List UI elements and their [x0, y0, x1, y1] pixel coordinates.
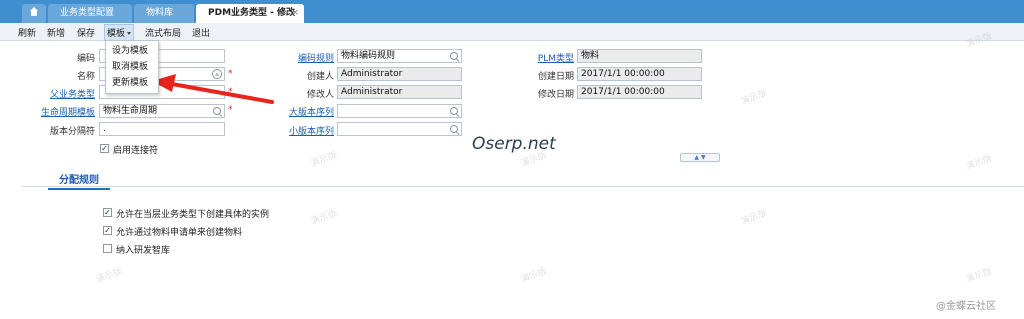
- watermark: 演示版: [739, 88, 769, 108]
- code-rule-link[interactable]: 编码规则: [280, 51, 334, 64]
- lifecycle-value: 物料生命周期: [103, 106, 158, 116]
- home-tab[interactable]: [22, 4, 46, 23]
- rule-checkbox-material-request[interactable]: ✓: [103, 226, 112, 235]
- code-label: 编码: [76, 54, 95, 64]
- home-icon: [29, 7, 39, 18]
- watermark: 演示版: [94, 266, 124, 286]
- version-sep-field[interactable]: .: [99, 122, 225, 136]
- major-seq-link[interactable]: 大版本序列: [275, 105, 334, 118]
- template-dropdown-menu: 设为模板 取消模板 更新模板: [105, 40, 159, 94]
- minor-seq-field[interactable]: [337, 122, 462, 136]
- tab-label: PDM业务类型 - 修改: [208, 8, 296, 18]
- search-icon[interactable]: [450, 107, 458, 115]
- tab-pdm-business-type-edit[interactable]: PDM业务类型 - 修改 ×: [196, 4, 304, 23]
- close-icon[interactable]: ×: [291, 4, 299, 23]
- watermark: 演示版: [964, 153, 994, 173]
- plm-type-field: 物料: [577, 49, 702, 63]
- code-rule-field[interactable]: 物料编码规则: [337, 49, 462, 63]
- rule-label-material-request: 允许通过物料申请单来创建物料: [116, 228, 243, 238]
- template-menu-button[interactable]: 模板: [104, 24, 135, 41]
- create-date-label: 创建日期: [537, 72, 574, 82]
- rule-label-create-instance: 允许在当层业务类型下创建具体的实例: [116, 210, 270, 220]
- watermark: 演示版: [519, 266, 549, 286]
- template-label: 模板: [107, 29, 126, 39]
- watermark: 演示版: [309, 208, 339, 228]
- rule-label-rd-library: 纳入研发智库: [116, 246, 171, 256]
- parent-type-link[interactable]: 父业务类型: [40, 87, 95, 100]
- version-sep-label: 版本分隔符: [49, 127, 95, 137]
- required-marker: *: [228, 105, 233, 115]
- create-date-field: 2017/1/1 00:00:00: [577, 67, 702, 81]
- tab-material-library[interactable]: 物料库: [134, 4, 194, 23]
- lifecycle-link[interactable]: 生命周期模板: [30, 105, 95, 118]
- new-button[interactable]: 新增: [47, 26, 65, 39]
- section-divider: [22, 186, 1024, 187]
- rule-checkbox-create-instance[interactable]: ✓: [103, 208, 112, 217]
- minor-seq-link[interactable]: 小版本序列: [275, 124, 334, 137]
- modify-date-field: 2017/1/1 00:00:00: [577, 85, 702, 99]
- exit-button[interactable]: 退出: [192, 26, 210, 39]
- code-rule-value: 物料编码规则: [341, 51, 396, 61]
- tab-business-type-config[interactable]: 业务类型配置: [48, 4, 132, 23]
- creator-field: Administrator: [337, 67, 462, 81]
- creator-label: 创建人: [306, 72, 334, 82]
- watermark: 演示版: [964, 266, 994, 286]
- search-icon[interactable]: [213, 107, 221, 115]
- name-label: 名称: [76, 72, 95, 82]
- search-icon[interactable]: [450, 125, 458, 133]
- search-icon[interactable]: [450, 52, 458, 60]
- chevron-down-icon: [127, 32, 132, 35]
- enable-connector-checkbox[interactable]: ✓: [100, 144, 109, 153]
- community-credit: @金蝶云社区: [936, 301, 996, 312]
- collapse-toggle[interactable]: ▲ ▼: [680, 153, 720, 162]
- enable-connector-label: 启用连接符: [113, 146, 159, 156]
- tab-bar: 业务类型配置 物料库 PDM业务类型 - 修改 ×: [0, 0, 1024, 23]
- modifier-label: 修改人: [306, 90, 334, 100]
- rule-checkbox-rd-library[interactable]: [103, 244, 112, 253]
- save-button[interactable]: 保存: [77, 26, 95, 39]
- menu-item-set-template[interactable]: 设为模板: [106, 43, 158, 59]
- major-seq-field[interactable]: [337, 104, 462, 118]
- modifier-field: Administrator: [337, 85, 462, 99]
- menu-item-update-template[interactable]: 更新模板: [106, 75, 158, 91]
- tab-allocation-rules[interactable]: 分配规则: [48, 171, 110, 190]
- lifecycle-field[interactable]: 物料生命周期: [99, 104, 225, 118]
- watermark: 演示版: [739, 208, 769, 228]
- flow-layout-button[interactable]: 流式布局: [145, 26, 181, 39]
- modify-date-label: 修改日期: [537, 90, 574, 100]
- refresh-button[interactable]: 刷新: [18, 26, 36, 39]
- toolbar: 刷新 新增 保存 模板 流式布局 退出: [0, 23, 1024, 41]
- annotation-arrow: [152, 74, 274, 104]
- watermark: 演示版: [309, 150, 339, 170]
- plm-type-link[interactable]: PLM类型: [520, 51, 574, 64]
- menu-item-cancel-template[interactable]: 取消模板: [106, 59, 158, 75]
